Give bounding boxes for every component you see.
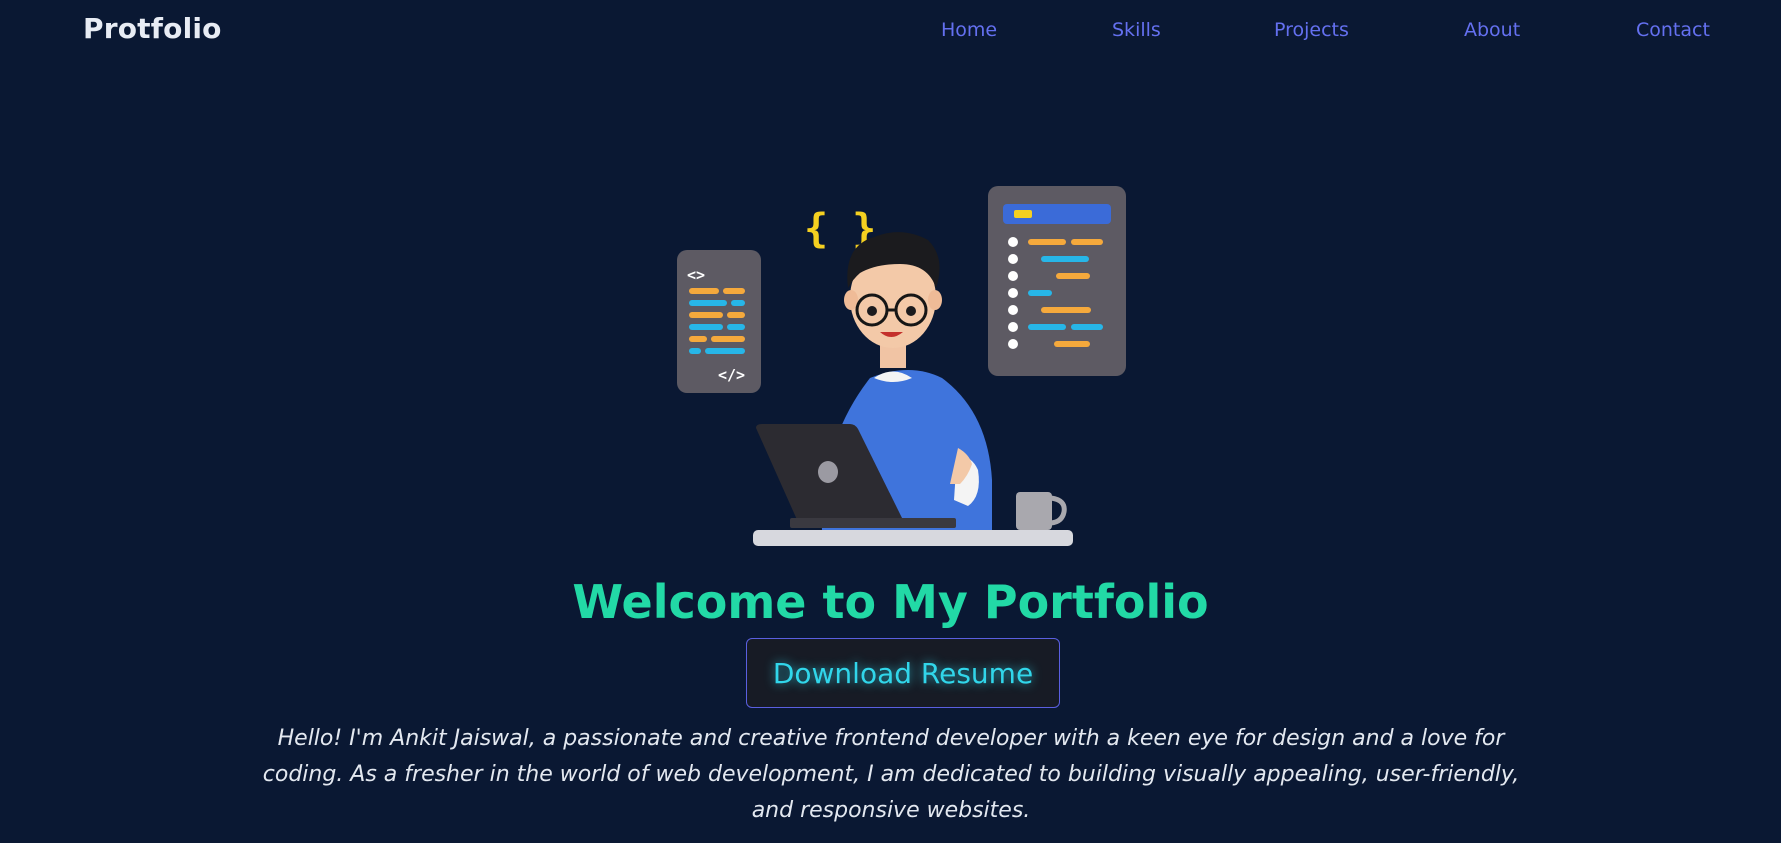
developer-illustration: <> </> { } [677, 186, 1126, 546]
navbar: Protfolio Home Skills Projects About Con… [0, 0, 1781, 64]
intro-text: Hello! I'm Ankit Jaiswal, a passionate a… [262, 726, 1520, 823]
code-card-left: <> </> [677, 250, 761, 393]
open-tag-icon: <> [687, 266, 705, 284]
site-logo[interactable]: Protfolio [83, 12, 222, 45]
nav-link-skills[interactable]: Skills [1112, 19, 1161, 41]
page-title: Welcome to My Portfolio [572, 575, 1209, 629]
coffee-mug [1016, 492, 1067, 530]
download-resume-button[interactable]: Download Resume [746, 638, 1060, 708]
nav-link-contact[interactable]: Contact [1636, 19, 1710, 41]
nav-link-about[interactable]: About [1464, 19, 1520, 41]
nav-link-home[interactable]: Home [941, 19, 997, 41]
code-card-right [988, 186, 1126, 376]
nav-link-projects[interactable]: Projects [1274, 19, 1349, 41]
desk [753, 530, 1073, 546]
close-tag-icon: </> [718, 366, 745, 384]
